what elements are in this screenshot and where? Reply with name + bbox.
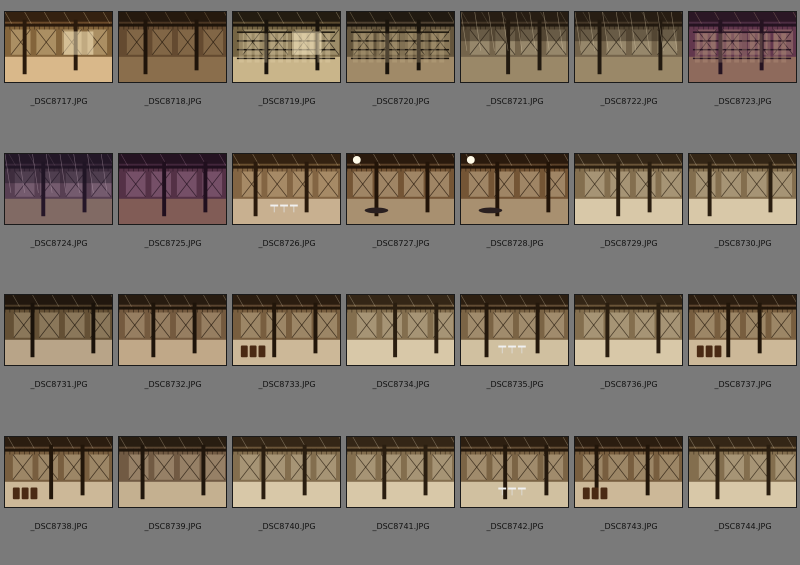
thumbnail-filename: _DSC8740.JPG <box>258 522 316 531</box>
thumbnail-image[interactable] <box>4 11 113 83</box>
thumbnail-item[interactable]: _DSC8719.JPG <box>230 0 344 140</box>
thumbnail-item[interactable]: _DSC8737.JPG <box>686 283 800 423</box>
thumbnail-item[interactable]: _DSC8738.JPG <box>2 425 116 565</box>
thumbnail-item[interactable]: _DSC8717.JPG <box>2 0 116 140</box>
thumbnail-filename: _DSC8729.JPG <box>600 239 658 248</box>
thumbnail-image[interactable] <box>232 294 341 366</box>
thumbnail-image[interactable] <box>118 294 227 366</box>
thumbnail-item[interactable]: _DSC8740.JPG <box>230 425 344 565</box>
thumbnail-item[interactable]: _DSC8722.JPG <box>572 0 686 140</box>
thumbnail-image[interactable] <box>688 294 797 366</box>
thumbnail-filename: _DSC8724.JPG <box>30 239 88 248</box>
thumbnail-filename: _DSC8719.JPG <box>258 97 316 106</box>
thumbnail-image[interactable] <box>346 436 455 508</box>
thumbnail-image[interactable] <box>118 436 227 508</box>
thumbnail-image[interactable] <box>688 436 797 508</box>
thumbnail-item[interactable]: _DSC8744.JPG <box>686 425 800 565</box>
thumbnail-image[interactable] <box>118 11 227 83</box>
thumbnail-item[interactable]: _DSC8718.JPG <box>116 0 230 140</box>
thumbnail-filename: _DSC8718.JPG <box>144 97 202 106</box>
thumbnail-item[interactable]: _DSC8726.JPG <box>230 142 344 282</box>
thumbnail-item[interactable]: _DSC8730.JPG <box>686 142 800 282</box>
thumbnail-filename: _DSC8728.JPG <box>486 239 544 248</box>
thumbnail-image[interactable] <box>346 294 455 366</box>
thumbnail-filename: _DSC8725.JPG <box>144 239 202 248</box>
thumbnail-item[interactable]: _DSC8734.JPG <box>344 283 458 423</box>
thumbnail-item[interactable]: _DSC8720.JPG <box>344 0 458 140</box>
thumbnail-filename: _DSC8722.JPG <box>600 97 658 106</box>
thumbnail-filename: _DSC8731.JPG <box>30 380 88 389</box>
thumbnail-filename: _DSC8727.JPG <box>372 239 430 248</box>
thumbnail-image[interactable] <box>574 294 683 366</box>
thumbnail-filename: _DSC8734.JPG <box>372 380 430 389</box>
thumbnail-grid: _DSC8717.JPG _DSC8718.JPG _DSC8719.JPG _DSC… <box>0 0 800 536</box>
thumbnail-filename: _DSC8739.JPG <box>144 522 202 531</box>
thumbnail-image[interactable] <box>4 294 113 366</box>
thumbnail-item[interactable]: _DSC8731.JPG <box>2 283 116 423</box>
thumbnail-image[interactable] <box>574 436 683 508</box>
thumbnail-filename: _DSC8732.JPG <box>144 380 202 389</box>
thumbnail-image[interactable] <box>460 153 569 225</box>
thumbnail-item[interactable]: _DSC8729.JPG <box>572 142 686 282</box>
thumbnail-image[interactable] <box>460 11 569 83</box>
thumbnail-filename: _DSC8737.JPG <box>714 380 772 389</box>
thumbnail-item[interactable]: _DSC8732.JPG <box>116 283 230 423</box>
thumbnail-item[interactable]: _DSC8724.JPG <box>2 142 116 282</box>
thumbnail-image[interactable] <box>688 153 797 225</box>
thumbnail-filename: _DSC8720.JPG <box>372 97 430 106</box>
thumbnail-image[interactable] <box>574 11 683 83</box>
thumbnail-item[interactable]: _DSC8742.JPG <box>458 425 572 565</box>
thumbnail-filename: _DSC8730.JPG <box>714 239 772 248</box>
thumbnail-filename: _DSC8735.JPG <box>486 380 544 389</box>
thumbnail-item[interactable]: _DSC8723.JPG <box>686 0 800 140</box>
thumbnail-filename: _DSC8743.JPG <box>600 522 658 531</box>
thumbnail-item[interactable]: _DSC8725.JPG <box>116 142 230 282</box>
thumbnail-image[interactable] <box>688 11 797 83</box>
thumbnail-item[interactable]: _DSC8727.JPG <box>344 142 458 282</box>
thumbnail-filename: _DSC8726.JPG <box>258 239 316 248</box>
thumbnail-image[interactable] <box>232 11 341 83</box>
thumbnail-filename: _DSC8721.JPG <box>486 97 544 106</box>
thumbnail-item[interactable]: _DSC8728.JPG <box>458 142 572 282</box>
thumbnail-filename: _DSC8742.JPG <box>486 522 544 531</box>
thumbnail-item[interactable]: _DSC8735.JPG <box>458 283 572 423</box>
thumbnail-image[interactable] <box>232 436 341 508</box>
thumbnail-item[interactable]: _DSC8741.JPG <box>344 425 458 565</box>
thumbnail-image[interactable] <box>346 11 455 83</box>
thumbnail-item[interactable]: _DSC8739.JPG <box>116 425 230 565</box>
thumbnail-filename: _DSC8738.JPG <box>30 522 88 531</box>
thumbnail-filename: _DSC8744.JPG <box>714 522 772 531</box>
thumbnail-item[interactable]: _DSC8721.JPG <box>458 0 572 140</box>
thumbnail-image[interactable] <box>346 153 455 225</box>
thumbnail-image[interactable] <box>4 153 113 225</box>
thumbnail-filename: _DSC8741.JPG <box>372 522 430 531</box>
thumbnail-image[interactable] <box>460 294 569 366</box>
thumbnail-filename: _DSC8723.JPG <box>714 97 772 106</box>
thumbnail-image[interactable] <box>574 153 683 225</box>
thumbnail-filename: _DSC8733.JPG <box>258 380 316 389</box>
thumbnail-image[interactable] <box>460 436 569 508</box>
thumbnail-image[interactable] <box>4 436 113 508</box>
thumbnail-filename: _DSC8736.JPG <box>600 380 658 389</box>
thumbnail-item[interactable]: _DSC8736.JPG <box>572 283 686 423</box>
thumbnail-item[interactable]: _DSC8743.JPG <box>572 425 686 565</box>
thumbnail-item[interactable]: _DSC8733.JPG <box>230 283 344 423</box>
thumbnail-image[interactable] <box>118 153 227 225</box>
thumbnail-image[interactable] <box>232 153 341 225</box>
thumbnail-filename: _DSC8717.JPG <box>30 97 88 106</box>
